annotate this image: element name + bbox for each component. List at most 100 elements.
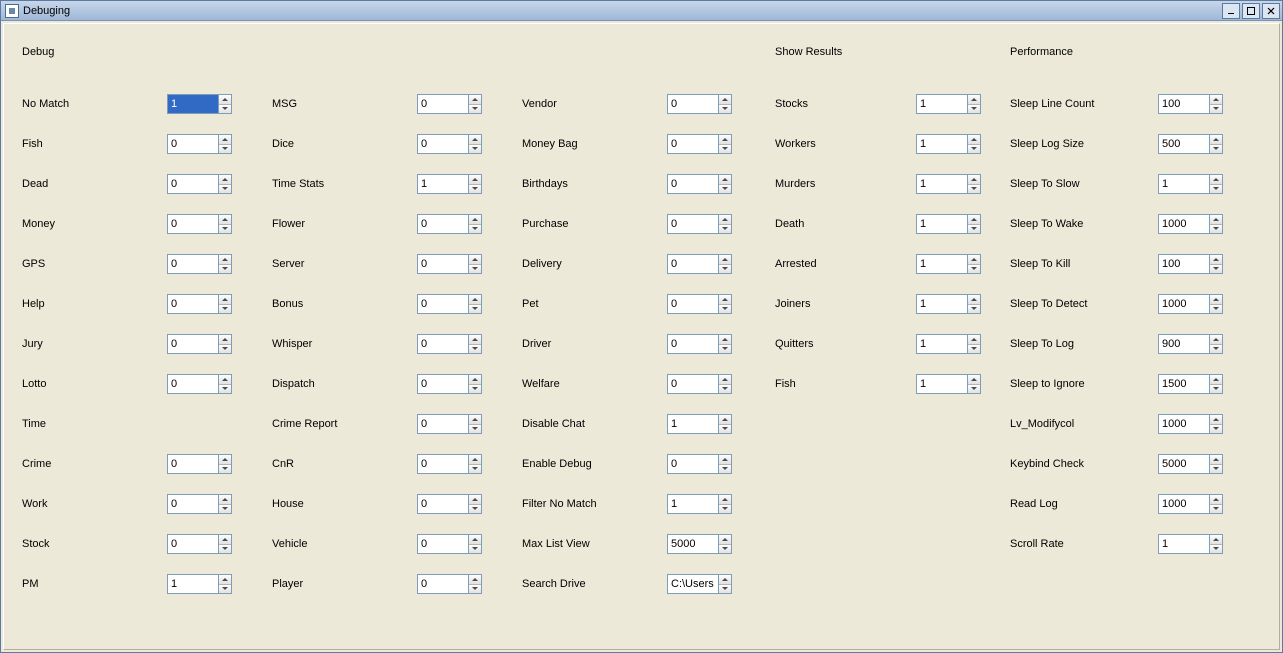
spin-down[interactable] <box>719 305 731 314</box>
spin-up[interactable] <box>469 375 481 385</box>
spin-up[interactable] <box>469 535 481 545</box>
input-help[interactable] <box>167 294 218 314</box>
input-birthdays[interactable] <box>667 174 718 194</box>
spin-up[interactable] <box>469 255 481 265</box>
spin-down[interactable] <box>469 385 481 394</box>
input-fish-results[interactable] <box>916 374 967 394</box>
spin-up[interactable] <box>469 175 481 185</box>
spin-up[interactable] <box>219 255 231 265</box>
input-scroll-rate[interactable] <box>1158 534 1209 554</box>
spin-up[interactable] <box>219 175 231 185</box>
spinner-bonus[interactable] <box>417 294 482 314</box>
input-delivery[interactable] <box>667 254 718 274</box>
input-server[interactable] <box>417 254 468 274</box>
spin-up[interactable] <box>719 95 731 105</box>
spin-up[interactable] <box>719 215 731 225</box>
spinner-no-match[interactable] <box>167 94 232 114</box>
spin-down[interactable] <box>719 505 731 514</box>
spin-down[interactable] <box>219 145 231 154</box>
spin-up[interactable] <box>1210 375 1222 385</box>
spin-up[interactable] <box>219 135 231 145</box>
spinner-enable-debug[interactable] <box>667 454 732 474</box>
input-bonus[interactable] <box>417 294 468 314</box>
spinner-sleep-to-detect[interactable] <box>1158 294 1223 314</box>
spin-down[interactable] <box>219 265 231 274</box>
spinner-keybind-check[interactable] <box>1158 454 1223 474</box>
maximize-button[interactable] <box>1242 3 1260 19</box>
input-arrested[interactable] <box>916 254 967 274</box>
input-dead[interactable] <box>167 174 218 194</box>
input-joiners[interactable] <box>916 294 967 314</box>
spinner-work[interactable] <box>167 494 232 514</box>
spin-down[interactable] <box>1210 465 1222 474</box>
spin-up[interactable] <box>219 335 231 345</box>
input-crime-report[interactable] <box>417 414 468 434</box>
spin-down[interactable] <box>469 145 481 154</box>
input-murders[interactable] <box>916 174 967 194</box>
spin-down[interactable] <box>219 585 231 594</box>
spin-down[interactable] <box>469 345 481 354</box>
input-purchase[interactable] <box>667 214 718 234</box>
spinner-cnr[interactable] <box>417 454 482 474</box>
spinner-crime-report[interactable] <box>417 414 482 434</box>
spin-up[interactable] <box>1210 495 1222 505</box>
input-sleep-to-wake[interactable] <box>1158 214 1209 234</box>
input-money[interactable] <box>167 214 218 234</box>
spin-up[interactable] <box>469 415 481 425</box>
spin-up[interactable] <box>968 215 980 225</box>
spin-down[interactable] <box>968 185 980 194</box>
spinner-disable-chat[interactable] <box>667 414 732 434</box>
spinner-filter-no-match[interactable] <box>667 494 732 514</box>
spinner-fish[interactable] <box>167 134 232 154</box>
spin-down[interactable] <box>968 145 980 154</box>
spin-down[interactable] <box>469 265 481 274</box>
spinner-workers[interactable] <box>916 134 981 154</box>
spin-up[interactable] <box>219 295 231 305</box>
spin-down[interactable] <box>219 505 231 514</box>
spin-down[interactable] <box>219 225 231 234</box>
spinner-whisper[interactable] <box>417 334 482 354</box>
spin-down[interactable] <box>719 585 731 594</box>
input-msg[interactable] <box>417 94 468 114</box>
spin-up[interactable] <box>719 255 731 265</box>
spin-down[interactable] <box>469 185 481 194</box>
spinner-crime[interactable] <box>167 454 232 474</box>
spinner-dead[interactable] <box>167 174 232 194</box>
input-flower[interactable] <box>417 214 468 234</box>
spin-down[interactable] <box>469 105 481 114</box>
spinner-stock[interactable] <box>167 534 232 554</box>
spin-up[interactable] <box>1210 455 1222 465</box>
spin-down[interactable] <box>1210 105 1222 114</box>
spin-up[interactable] <box>968 295 980 305</box>
spin-down[interactable] <box>719 105 731 114</box>
spin-up[interactable] <box>1210 255 1222 265</box>
input-dispatch[interactable] <box>417 374 468 394</box>
spinner-server[interactable] <box>417 254 482 274</box>
input-welfare[interactable] <box>667 374 718 394</box>
spin-up[interactable] <box>968 255 980 265</box>
input-money-bag[interactable] <box>667 134 718 154</box>
spin-down[interactable] <box>968 105 980 114</box>
spin-down[interactable] <box>219 305 231 314</box>
input-vendor[interactable] <box>667 94 718 114</box>
spinner-dispatch[interactable] <box>417 374 482 394</box>
spin-down[interactable] <box>968 345 980 354</box>
input-sleep-to-detect[interactable] <box>1158 294 1209 314</box>
spin-down[interactable] <box>719 465 731 474</box>
spin-down[interactable] <box>719 545 731 554</box>
spin-down[interactable] <box>469 425 481 434</box>
spin-up[interactable] <box>719 175 731 185</box>
spin-down[interactable] <box>968 265 980 274</box>
input-house[interactable] <box>417 494 468 514</box>
spin-up[interactable] <box>1210 335 1222 345</box>
spin-down[interactable] <box>1210 545 1222 554</box>
spin-down[interactable] <box>968 385 980 394</box>
input-lotto[interactable] <box>167 374 218 394</box>
spinner-sleep-to-log[interactable] <box>1158 334 1223 354</box>
spin-down[interactable] <box>469 505 481 514</box>
spinner-lv-modifycol[interactable] <box>1158 414 1223 434</box>
spin-up[interactable] <box>219 95 231 105</box>
spinner-read-log[interactable] <box>1158 494 1223 514</box>
spinner-pet[interactable] <box>667 294 732 314</box>
input-search-drive[interactable] <box>667 574 718 594</box>
